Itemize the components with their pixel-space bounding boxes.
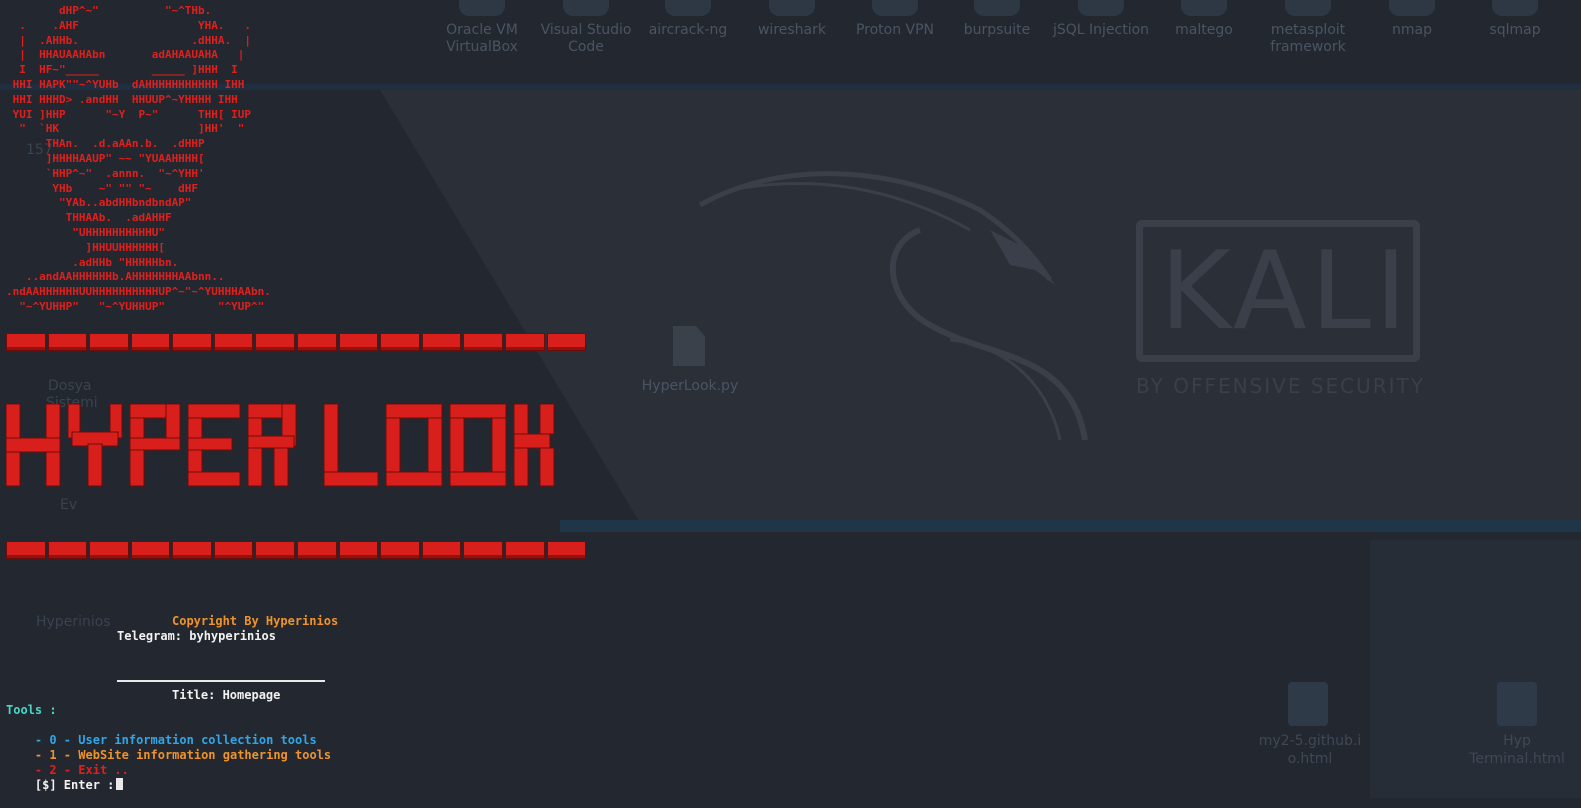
app-icon[interactable]: [1078, 0, 1124, 16]
decorative-block-row-bottom: [6, 541, 587, 559]
title-divider: [117, 680, 325, 682]
html-file-icon[interactable]: [1497, 682, 1537, 726]
app-icon[interactable]: [1492, 0, 1538, 16]
app-icon[interactable]: [1181, 0, 1227, 16]
app-label-line: metasploit: [1270, 22, 1346, 38]
kali-logo-subtitle: BY OFFENSIVE SECURITY: [1136, 374, 1425, 398]
terminal-window[interactable]: dHP^~" "~^THb. . .AHF YHA. . | .AHHb. .d…: [0, 0, 600, 798]
desktop-top-icons: Oracle VM VirtualBox Visual Studio Code airc…: [430, 0, 1581, 60]
file-label-line: my2-5.github.i: [1258, 733, 1362, 749]
telegram-text: Telegram: byhyperinios: [117, 629, 276, 643]
file-label-line: Hyp: [1503, 733, 1531, 749]
app-label-line: maltego: [1175, 22, 1233, 38]
app-label-line: framework: [1270, 39, 1346, 55]
wallpaper-band-lower: [560, 520, 1581, 532]
ascii-art-helmet: dHP^~" "~^THb. . .AHF YHA. . | .AHHb. .d…: [6, 4, 271, 313]
input-prompt[interactable]: [$] Enter :: [6, 763, 124, 808]
app-icon[interactable]: [872, 0, 918, 16]
app-icon[interactable]: [665, 0, 711, 16]
desktop-app-burpsuite[interactable]: burpsuite: [947, 0, 1047, 39]
desktop-file-label[interactable]: Hyp Terminal.html: [1462, 732, 1572, 768]
kali-dragon-icon: [698, 171, 1088, 441]
app-label-line: jSQL Injection: [1052, 22, 1150, 38]
desktop-app-aircrack-ng[interactable]: aircrack-ng: [638, 0, 738, 39]
app-icon[interactable]: [1389, 0, 1435, 16]
html-file-icon[interactable]: [1288, 682, 1328, 726]
app-label-line: sqlmap: [1489, 22, 1541, 38]
app-icon[interactable]: [1285, 0, 1331, 16]
desktop-app-wireshark[interactable]: wireshark: [742, 0, 842, 39]
app-icon[interactable]: [974, 0, 1020, 16]
desktop-app-jsql-injection[interactable]: jSQL Injection: [1051, 0, 1151, 39]
desktop-app-metasploit[interactable]: metasploit framework: [1258, 0, 1358, 56]
app-label-line: burpsuite: [963, 22, 1031, 38]
kali-logo-word: KALI: [1160, 229, 1411, 354]
desktop-app-nmap[interactable]: nmap: [1362, 0, 1462, 39]
text-cursor[interactable]: [116, 778, 124, 790]
app-icon[interactable]: [769, 0, 815, 16]
desktop-file-label[interactable]: my2-5.github.i o.html: [1255, 732, 1365, 768]
desktop-app-sqlmap[interactable]: sqlmap: [1465, 0, 1565, 39]
hyper-look-banner-logo: [6, 404, 555, 487]
app-label-line: nmap: [1392, 22, 1432, 38]
decorative-block-row-top: [6, 333, 587, 351]
desktop-file-label[interactable]: HyperLook.py: [630, 378, 750, 394]
app-label-line: wireshark: [757, 22, 826, 38]
desktop-app-maltego[interactable]: maltego: [1154, 0, 1254, 39]
desktop-app-proton-vpn[interactable]: Proton VPN: [845, 0, 945, 39]
page-title: Title: Homepage: [172, 688, 281, 702]
app-label-line: aircrack-ng: [648, 22, 728, 38]
file-label-line: Terminal.html: [1469, 751, 1565, 767]
prompt-label: [$] Enter :: [34, 778, 115, 792]
file-label-line: o.html: [1287, 751, 1333, 767]
copyright-text: Copyright By Hyperinios: [172, 614, 339, 628]
menu-header: Tools :: [6, 703, 57, 717]
python-file-icon[interactable]: [673, 326, 705, 366]
app-label-line: Proton VPN: [855, 22, 935, 38]
